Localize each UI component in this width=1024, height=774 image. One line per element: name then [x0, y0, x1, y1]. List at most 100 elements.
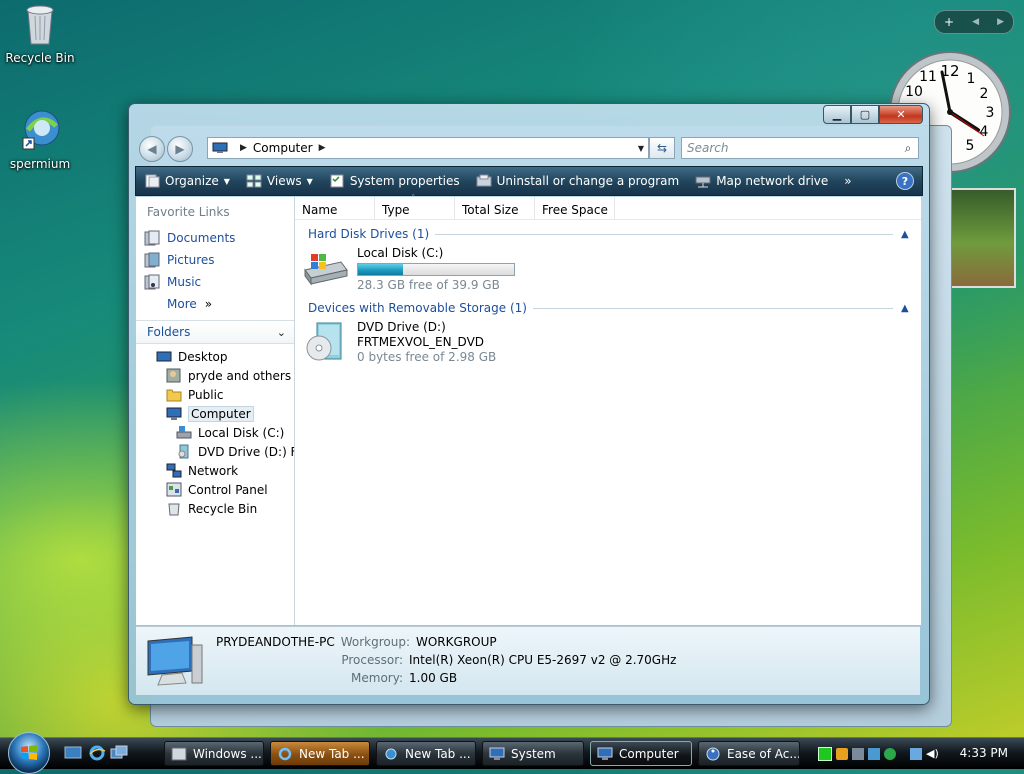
breadcrumb-chevron-icon[interactable]: ▶	[319, 143, 326, 153]
views-icon	[246, 174, 262, 188]
recycle-bin-icon	[26, 5, 54, 45]
taskbar-button-ease-of-access[interactable]: Ease of Ac...	[698, 741, 800, 766]
tree-item-computer[interactable]: Computer	[136, 404, 294, 423]
column-header-free-space[interactable]: Free Space	[535, 197, 615, 219]
tree-item-label: pryde and others	[188, 368, 292, 383]
close-button[interactable]: ✕	[879, 105, 923, 124]
switch-windows-icon[interactable]	[110, 745, 128, 761]
tree-item-desktop[interactable]: Desktop	[136, 347, 294, 366]
sidebar-gadget-controls[interactable]: + ◀ ▶	[934, 10, 1014, 34]
window-icon	[171, 747, 187, 760]
vmware-tools-icon[interactable]	[852, 748, 864, 760]
pictures-folder-icon	[144, 252, 160, 268]
more-commands-button[interactable]: »	[836, 167, 859, 195]
navigation-bar: ◀ ▶ ▶ Computer ▶ ▼ ⇆ Search ⌕	[135, 134, 923, 162]
favorite-link-label: Documents	[167, 231, 236, 245]
search-input[interactable]: Search	[682, 141, 898, 155]
internet-explorer-icon[interactable]	[88, 745, 106, 761]
tree-item-network[interactable]: Network	[136, 461, 294, 480]
taskbar-button-windows[interactable]: Windows ...	[164, 741, 264, 766]
column-header-total-size[interactable]: Total Size	[455, 197, 535, 219]
system-properties-label: System properties	[349, 174, 460, 188]
system-properties-button[interactable]: System properties	[321, 167, 468, 195]
collapse-group-icon[interactable]: ▲	[901, 303, 915, 314]
computer-explorer-window[interactable]: ▁ ▢ ✕ ◀ ▶ ▶ Computer ▶ ▼ ⇆ Search ⌕ Orga…	[128, 103, 930, 705]
column-header-type[interactable]: Type	[375, 194, 455, 219]
drive-free-space: 28.3 GB free of 39.9 GB	[357, 278, 500, 292]
taskbar-button-computer[interactable]: Computer	[590, 741, 692, 766]
show-desktop-icon[interactable]	[64, 745, 82, 761]
favorite-links-more[interactable]: More »	[136, 293, 294, 315]
tree-item-control-panel[interactable]: Control Panel	[136, 480, 294, 499]
favorite-link-documents[interactable]: Documents	[136, 227, 294, 249]
next-gadget-icon[interactable]: ▶	[997, 17, 1004, 27]
group-header-removable-storage[interactable]: Devices with Removable Storage (1) ▲	[295, 298, 921, 318]
safely-remove-icon[interactable]	[884, 748, 896, 760]
details-pane: PRYDEANDOTHE-PC Workgroup: WORKGROUP Pro…	[136, 626, 920, 695]
taskbar-button-label: Windows ...	[193, 746, 262, 761]
tree-item-local-disk[interactable]: Local Disk (C:)	[136, 423, 294, 442]
slideshow-gadget[interactable]	[950, 188, 1016, 288]
desktop-icon-recycle-bin[interactable]: Recycle Bin	[0, 2, 80, 65]
status-green-icon[interactable]	[818, 747, 832, 761]
disk-usage-fill	[358, 264, 404, 275]
breadcrumb-chevron-icon[interactable]: ▶	[240, 143, 247, 153]
network-icon[interactable]	[910, 748, 922, 760]
group-header-hard-disk-drives[interactable]: Hard Disk Drives (1) ▲	[295, 224, 921, 244]
tree-item-user-folder[interactable]: pryde and others	[136, 366, 294, 385]
clock-number: 4	[980, 124, 989, 140]
clock-number: 2	[980, 86, 989, 102]
previous-gadget-icon[interactable]: ◀	[972, 17, 979, 27]
address-dropdown-icon[interactable]: ▼	[638, 144, 644, 153]
favorite-link-pictures[interactable]: Pictures	[136, 249, 294, 271]
tree-item-dvd-drive[interactable]: DVD Drive (D:) FRTMEXVOL_EN_DVD	[136, 442, 294, 461]
back-button[interactable]: ◀	[139, 136, 165, 162]
map-network-drive-button[interactable]: Map network drive	[687, 167, 836, 195]
breadcrumb-computer[interactable]: Computer	[253, 141, 313, 155]
column-headers: Name Type Total Size Free Space	[295, 194, 921, 220]
taskbar-button-new-tab-1[interactable]: New Tab ...	[270, 741, 370, 766]
tree-item-label: Public	[188, 387, 224, 402]
tree-item-public[interactable]: Public	[136, 385, 294, 404]
address-bar[interactable]: ▶ Computer ▶ ▼	[207, 137, 649, 159]
network-status-icon[interactable]	[868, 748, 880, 760]
search-box[interactable]: Search ⌕	[681, 137, 919, 159]
security-shield-icon[interactable]	[836, 748, 848, 760]
maximize-button[interactable]: ▢	[851, 105, 879, 124]
search-icon[interactable]: ⌕	[898, 141, 918, 156]
taskbar-button-new-tab-2[interactable]: New Tab ...	[376, 741, 476, 766]
taskbar-button-label: New Tab ...	[405, 746, 471, 761]
favorite-link-music[interactable]: Music	[136, 271, 294, 293]
taskbar: Windows ... New Tab ... New Tab ... Syst…	[0, 732, 1024, 774]
tree-item-recycle-bin[interactable]: Recycle Bin	[136, 499, 294, 518]
drive-item-local-disk[interactable]: Local Disk (C:) 28.3 GB free of 39.9 GB	[303, 244, 921, 294]
collapse-group-icon[interactable]: ▲	[901, 229, 915, 240]
taskbar-button-label: New Tab ...	[299, 746, 365, 761]
processor-value: Intel(R) Xeon(R) CPU E5-2697 v2 @ 2.70GH…	[409, 653, 677, 667]
folder-icon	[166, 389, 182, 402]
uninstall-program-button[interactable]: Uninstall or change a program	[468, 167, 688, 195]
views-button[interactable]: Views ▼	[238, 167, 321, 195]
minimize-button[interactable]: ▁	[823, 105, 851, 124]
folders-title: Folders	[147, 325, 191, 339]
taskbar-clock[interactable]: 4:33 PM	[960, 746, 1008, 760]
desktop-icon-spermium[interactable]: spermium	[0, 108, 80, 171]
map-network-drive-label: Map network drive	[716, 174, 829, 188]
computer-name: PRYDEANDOTHE-PC	[216, 635, 335, 649]
drive-item-dvd[interactable]: DVD Drive (D:) FRTMEXVOL_EN_DVD 0 bytes …	[303, 318, 921, 368]
folders-header[interactable]: Folders ⌄	[136, 320, 294, 344]
computer-icon	[147, 636, 203, 686]
tree-item-label: DVD Drive (D:) FRTMEXVOL_EN_DVD	[198, 444, 294, 459]
forward-button[interactable]: ▶	[167, 136, 193, 162]
refresh-button[interactable]: ⇆	[649, 137, 675, 159]
column-header-name[interactable]: Name	[295, 197, 375, 219]
help-button[interactable]: ?	[896, 172, 914, 190]
tree-item-label: Desktop	[178, 349, 228, 364]
volume-icon[interactable]: ◀)	[926, 748, 939, 760]
add-gadget-icon[interactable]: +	[944, 15, 954, 29]
organize-button[interactable]: Organize ▼	[136, 167, 238, 195]
computer-icon	[597, 747, 613, 760]
taskbar-button-system[interactable]: System	[482, 741, 584, 766]
organize-label: Organize	[165, 174, 219, 188]
chevron-down-icon: ▼	[223, 176, 230, 186]
